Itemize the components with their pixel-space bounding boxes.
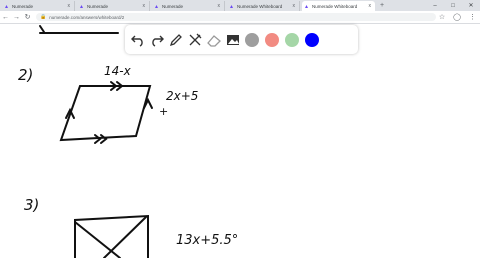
numerade-favicon-icon xyxy=(5,4,8,8)
drawing-toolbar xyxy=(125,25,358,54)
browser-tab[interactable]: Numerade x xyxy=(152,1,225,11)
color-swatch-red[interactable] xyxy=(265,32,279,47)
back-button[interactable]: ← xyxy=(0,14,11,21)
color-swatch-green[interactable] xyxy=(285,32,299,47)
browser-menu-icon[interactable]: ⋮ xyxy=(469,13,476,21)
url-field[interactable]: 🔒 numerade.com/answers/whiteboard/2 xyxy=(36,13,436,21)
tab-close-icon[interactable]: x xyxy=(369,3,372,9)
close-window-button[interactable]: ✕ xyxy=(462,2,480,9)
numerade-favicon-icon xyxy=(230,4,233,8)
tab-title: Numerade Whiteboard xyxy=(237,3,283,9)
redo-button[interactable] xyxy=(147,30,166,50)
problem-2-label: 2) xyxy=(18,66,33,84)
window-controls: – □ ✕ xyxy=(426,0,480,11)
image-button[interactable] xyxy=(223,30,242,50)
tab-close-icon[interactable]: x xyxy=(143,3,146,9)
browser-tab[interactable]: Numerade x xyxy=(2,1,75,11)
undo-button[interactable] xyxy=(128,30,147,50)
redo-icon xyxy=(151,35,164,47)
problem-3-label: 3) xyxy=(24,196,39,214)
plus-mark: + xyxy=(159,105,168,118)
color-swatch-gray[interactable] xyxy=(245,32,259,47)
tab-close-icon[interactable]: x xyxy=(293,3,296,9)
eraser-icon xyxy=(206,34,221,47)
pen-tool-button[interactable] xyxy=(166,30,185,50)
rectangle-diagonal xyxy=(74,221,121,258)
tab-close-icon[interactable]: x xyxy=(68,3,71,9)
address-bar-row: ← → ↻ 🔒 numerade.com/answers/whiteboard/… xyxy=(0,11,480,24)
eraser-button[interactable] xyxy=(204,30,223,50)
maximize-button[interactable]: □ xyxy=(444,3,462,9)
new-tab-button[interactable]: + xyxy=(380,1,384,11)
parallelogram xyxy=(59,85,152,142)
reload-button[interactable]: ↻ xyxy=(22,13,33,21)
tools-icon xyxy=(189,33,201,45)
tab-strip: Numerade x Numerade x Numerade x Numerad… xyxy=(0,0,480,11)
browser-tab-active[interactable]: Numerade Whiteboard x xyxy=(302,1,375,11)
bookmark-star-icon[interactable]: ☆ xyxy=(439,13,445,21)
side-top-label: 14-x xyxy=(104,64,132,78)
forward-button[interactable]: → xyxy=(11,14,22,21)
tools-button[interactable] xyxy=(185,30,204,50)
numerade-favicon-icon xyxy=(305,4,308,8)
minimize-button[interactable]: – xyxy=(426,3,444,9)
tab-title: Numerade xyxy=(162,3,184,9)
account-icon[interactable]: ◯ xyxy=(453,13,461,21)
url-text: numerade.com/answers/whiteboard/2 xyxy=(49,14,125,20)
whiteboard-canvas[interactable]: 2) 14-x 2x+5 + 3) 13x+5.5° xyxy=(0,24,480,258)
numerade-favicon-icon xyxy=(80,4,83,8)
tab-title: Numerade xyxy=(87,3,109,9)
tab-title: Numerade xyxy=(12,3,34,9)
top-fragment-stroke xyxy=(39,25,45,33)
numerade-favicon-icon xyxy=(155,4,158,8)
lock-icon: 🔒 xyxy=(40,14,47,20)
browser-actions: ☆ ◯ ⋮ xyxy=(439,13,476,21)
tab-close-icon[interactable]: x xyxy=(218,3,221,9)
side-rect-label: 13x+5.5° xyxy=(176,233,238,248)
pen-icon xyxy=(169,33,182,46)
side-right-label: 2x+5 xyxy=(166,89,198,103)
rectangle-diagonal xyxy=(103,216,147,258)
browser-tab[interactable]: Numerade Whiteboard x xyxy=(227,1,300,11)
color-swatch-blue[interactable] xyxy=(305,32,319,47)
tab-title: Numerade Whiteboard xyxy=(312,3,358,9)
undo-icon xyxy=(130,35,143,47)
browser-tab[interactable]: Numerade x xyxy=(77,1,150,11)
image-icon xyxy=(226,34,239,45)
